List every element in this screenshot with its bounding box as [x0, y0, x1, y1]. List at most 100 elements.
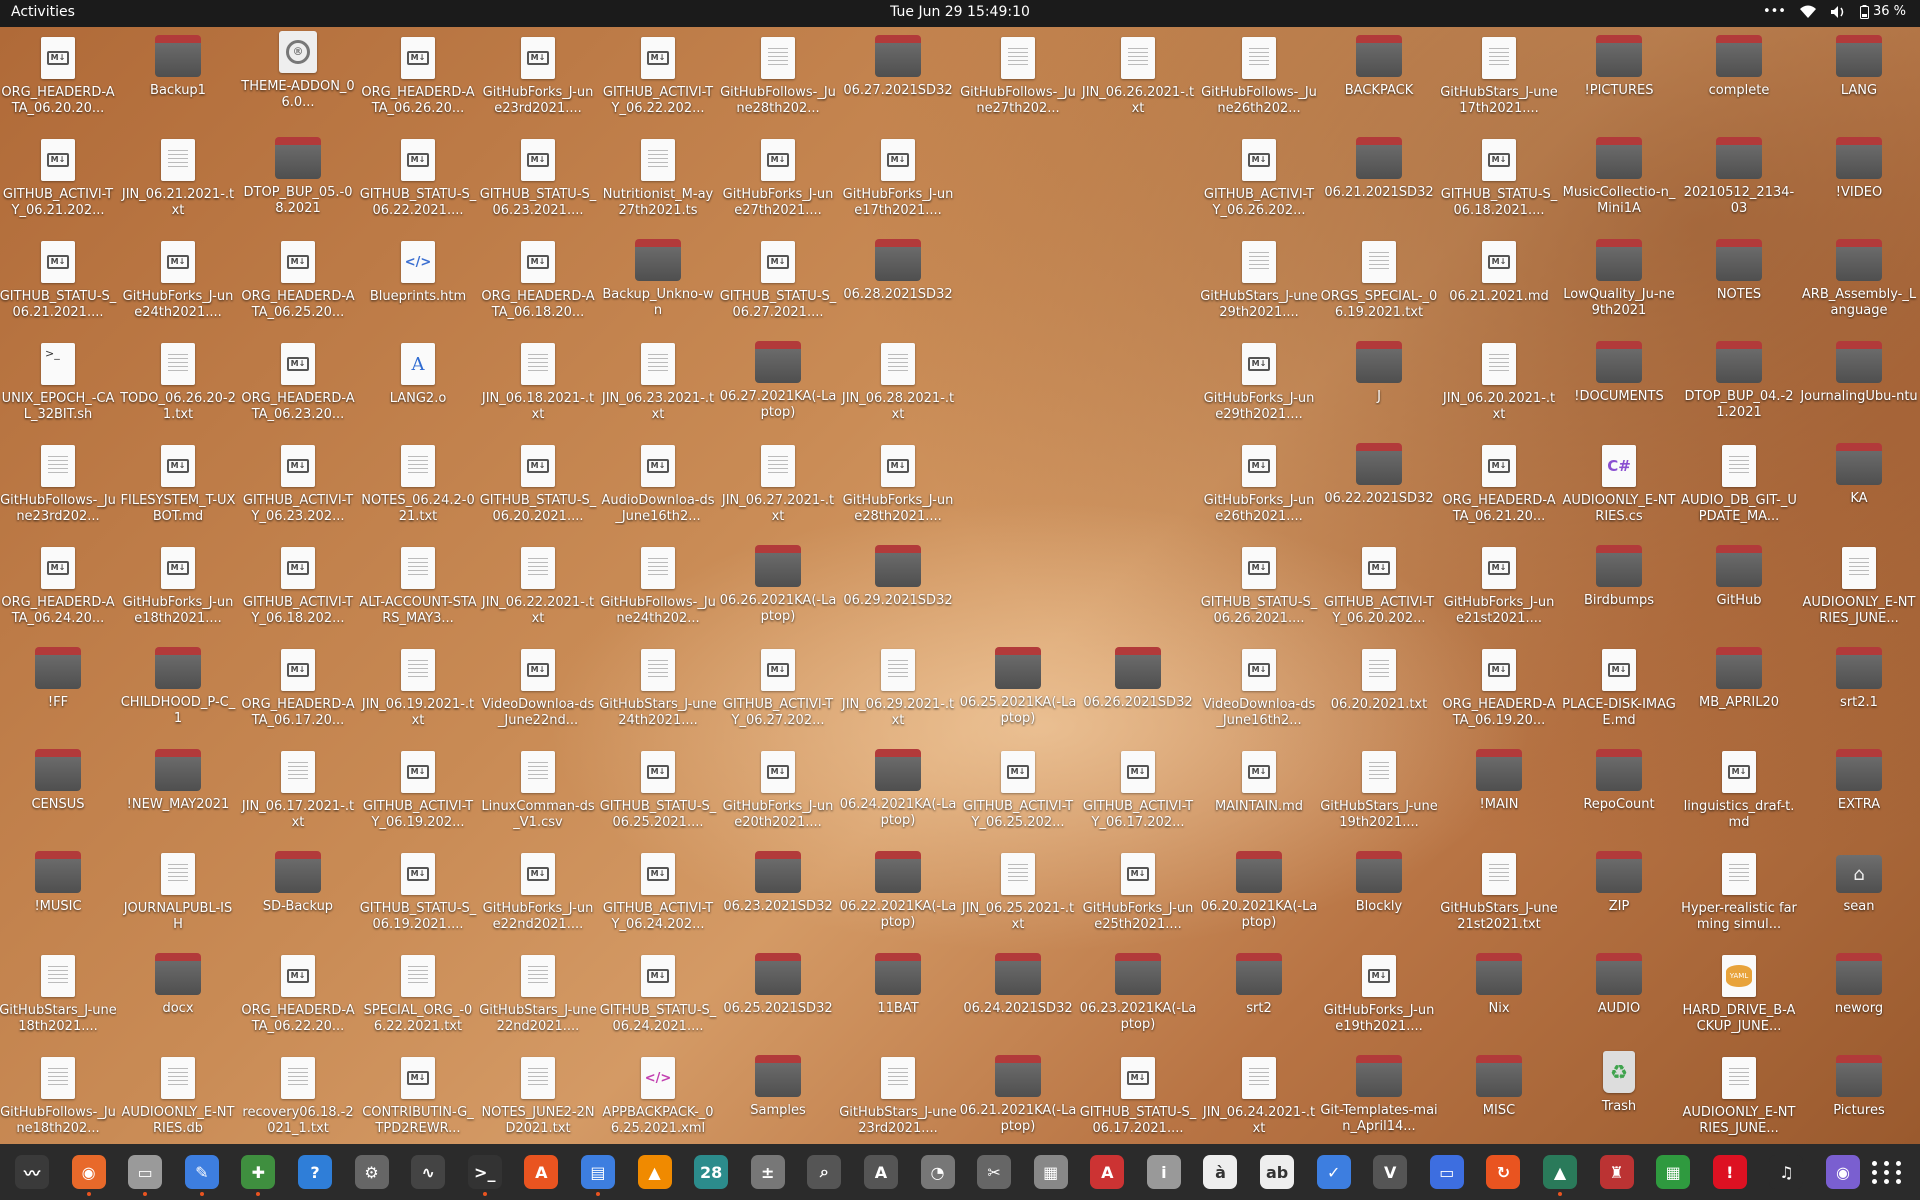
desktop-icon[interactable]: M↓ GitHubForks_J-une25th2021....: [1079, 847, 1197, 947]
desktop-icon[interactable]: M↓ GITHUB_ACTIVI-TY_06.27.202...: [719, 643, 837, 743]
desktop[interactable]: M↓ ORG_HEADERD-ATA_06.20.20... Backup1 ® THE…: [0, 27, 1920, 1144]
desktop-icon[interactable]: M↓ GITHUB_STATU-S_06.25.2021....: [599, 745, 717, 845]
desktop-icon[interactable]: LANG: [1800, 31, 1918, 131]
desktop-icon[interactable]: M↓ ORG_HEADERD-ATA_06.21.20...: [1440, 439, 1558, 539]
desktop-icon[interactable]: 06.29.2021SD32: [839, 541, 957, 641]
desktop-icon[interactable]: J: [1320, 337, 1438, 437]
dock-todo[interactable]: ✓: [1310, 1148, 1358, 1196]
desktop-icon[interactable]: RepoCount: [1560, 745, 1678, 845]
desktop-icon[interactable]: JIN_06.19.2021-.txt: [359, 643, 477, 743]
dock-settings[interactable]: ⚙: [348, 1148, 396, 1196]
desktop-icon[interactable]: JIN_06.20.2021-.txt: [1440, 337, 1558, 437]
dock-vim[interactable]: V: [1366, 1148, 1414, 1196]
desktop-icon[interactable]: M↓ AudioDownloa-ds_June16th2...: [599, 439, 717, 539]
desktop-icon[interactable]: GitHubFollows-_June24th202...: [599, 541, 717, 641]
desktop-icon[interactable]: JIN_06.22.2021-.txt: [479, 541, 597, 641]
desktop-icon[interactable]: A LANG2.o: [359, 337, 477, 437]
desktop-icon[interactable]: ⌂ sean: [1800, 847, 1918, 947]
desktop-icon[interactable]: CHILDHOOD_P-C_1: [119, 643, 237, 743]
desktop-icon[interactable]: M↓ PLACE-DISK-IMAGE.md: [1560, 643, 1678, 743]
desktop-icon[interactable]: !FF: [0, 643, 117, 743]
desktop-icon[interactable]: docx: [119, 949, 237, 1049]
desktop-icon[interactable]: 06.23.2021SD32: [719, 847, 837, 947]
desktop-icon[interactable]: M↓ linguistics_draf-t.md: [1680, 745, 1798, 845]
desktop-icon[interactable]: MISC: [1440, 1051, 1558, 1144]
battery-indicator[interactable]: 36 %: [1859, 4, 1906, 19]
desktop-icon[interactable]: C# AUDIOONLY_E-NTRIES.cs: [1560, 439, 1678, 539]
dock-spreadsheet[interactable]: ▦: [1649, 1148, 1697, 1196]
desktop-icon[interactable]: M↓ ORG_HEADERD-ATA_06.19.20...: [1440, 643, 1558, 743]
desktop-icon[interactable]: JIN_06.28.2021-.txt: [839, 337, 957, 437]
dock-document-viewer[interactable]: ▤: [574, 1148, 622, 1196]
dock-vlc[interactable]: ▲: [631, 1148, 679, 1196]
desktop-icon[interactable]: M↓ GITHUB_ACTIVI-TY_06.21.202...: [0, 133, 117, 233]
desktop-icon[interactable]: ORGS_SPECIAL-_06.19.2021.txt: [1320, 235, 1438, 335]
desktop-icon[interactable]: JIN_06.26.2021-.txt: [1079, 31, 1197, 131]
desktop-icon[interactable]: Backup1: [119, 31, 237, 131]
desktop-icon[interactable]: GitHubStars_J-une29th2021....: [1200, 235, 1318, 335]
desktop-icon[interactable]: M↓ GITHUB_STATU-S_06.19.2021....: [359, 847, 477, 947]
desktop-icon[interactable]: M↓ GITHUB_STATU-S_06.26.2021....: [1200, 541, 1318, 641]
desktop-icon[interactable]: JOURNALPUBL-ISH: [119, 847, 237, 947]
desktop-icon[interactable]: M↓ GitHubForks_J-une17th2021....: [839, 133, 957, 233]
desktop-icon[interactable]: NOTES_06.24.2-021.txt: [359, 439, 477, 539]
desktop-icon[interactable]: Pictures: [1800, 1051, 1918, 1144]
desktop-icon[interactable]: M↓ ORG_HEADERD-ATA_06.25.20...: [239, 235, 357, 335]
desktop-icon[interactable]: !MUSIC: [0, 847, 117, 947]
desktop-icon[interactable]: M↓ GITHUB_ACTIVI-TY_06.18.202...: [239, 541, 357, 641]
desktop-icon[interactable]: GitHubStars_J-une22nd2021....: [479, 949, 597, 1049]
desktop-icon[interactable]: GitHubFollows-_June18th202...: [0, 1051, 117, 1144]
desktop-icon[interactable]: </> APPBACKPACK-_06.25.2021.xml: [599, 1051, 717, 1144]
desktop-icon[interactable]: recovery06.18.-2021_1.txt: [239, 1051, 357, 1144]
desktop-icon[interactable]: MusicCollectio-n_Mini1A: [1560, 133, 1678, 233]
system-tray[interactable]: ••• 36 %: [1763, 4, 1906, 19]
desktop-icon[interactable]: Blockly: [1320, 847, 1438, 947]
dock-music[interactable]: ♫: [1762, 1148, 1810, 1196]
desktop-icon[interactable]: M↓ GitHubForks_J-une28th2021....: [839, 439, 957, 539]
desktop-icon[interactable]: YAML HARD_DRIVE_B-ACKUP_JUNE...: [1680, 949, 1798, 1049]
desktop-icon[interactable]: M↓ ORG_HEADERD-ATA_06.17.20...: [239, 643, 357, 743]
desktop-icon[interactable]: 06.27.2021KA(-Laptop): [719, 337, 837, 437]
dock-update[interactable]: ↻: [1479, 1148, 1527, 1196]
desktop-icon[interactable]: EXTRA: [1800, 745, 1918, 845]
dock-system-monitor[interactable]: 〰: [8, 1148, 56, 1196]
desktop-icon[interactable]: CENSUS: [0, 745, 117, 845]
desktop-icon[interactable]: 20210512_2134-03: [1680, 133, 1798, 233]
desktop-icon[interactable]: 11BAT: [839, 949, 957, 1049]
desktop-icon[interactable]: ALT-ACCOUNT-STARS_MAY3...: [359, 541, 477, 641]
desktop-icon[interactable]: M↓ GITHUB_STATU-S_06.21.2021....: [0, 235, 117, 335]
desktop-icon[interactable]: M↓ GITHUB_STATU-S_06.18.2021....: [1440, 133, 1558, 233]
desktop-icon[interactable]: M↓ GITHUB_ACTIVI-TY_06.20.202...: [1320, 541, 1438, 641]
desktop-icon[interactable]: AUDIOONLY_E-NTRIES_JUNE...: [1680, 1051, 1798, 1144]
dock-education[interactable]: ▲: [1536, 1148, 1584, 1196]
desktop-icon[interactable]: !DOCUMENTS: [1560, 337, 1678, 437]
desktop-icon[interactable]: M↓ GitHubForks_J-une21st2021....: [1440, 541, 1558, 641]
dock-disk-usage[interactable]: ◔: [914, 1148, 962, 1196]
desktop-icon[interactable]: M↓ GitHubForks_J-une18th2021....: [119, 541, 237, 641]
desktop-icon[interactable]: DTOP_BUP_04.-21.2021: [1680, 337, 1798, 437]
desktop-icon[interactable]: M↓ GITHUB_ACTIVI-TY_06.25.202...: [959, 745, 1077, 845]
desktop-icon[interactable]: !PICTURES: [1560, 31, 1678, 131]
desktop-icon[interactable]: 06.25.2021KA(-Laptop): [959, 643, 1077, 743]
show-applications-icon[interactable]: [1870, 1154, 1906, 1190]
desktop-icon[interactable]: Backup_Unkno-wn: [599, 235, 717, 335]
desktop-icon[interactable]: GitHubFollows-_June26th202...: [1200, 31, 1318, 131]
desktop-icon[interactable]: M↓ FILESYSTEM_T-UXBOT.md: [119, 439, 237, 539]
desktop-icon[interactable]: JIN_06.23.2021-.txt: [599, 337, 717, 437]
desktop-icon[interactable]: GitHubStars_J-une21st2021.txt: [1440, 847, 1558, 947]
desktop-icon[interactable]: 06.23.2021KA(-Laptop): [1079, 949, 1197, 1049]
desktop-icon[interactable]: M↓ VideoDownloa-ds_June16th2...: [1200, 643, 1318, 743]
dock-help[interactable]: ?: [291, 1148, 339, 1196]
desktop-icon[interactable]: 06.25.2021SD32: [719, 949, 837, 1049]
desktop-icon[interactable]: NOTES_JUNE2-2ND2021.txt: [479, 1051, 597, 1144]
desktop-icon[interactable]: srt2.1: [1800, 643, 1918, 743]
activities-button[interactable]: Activities: [11, 4, 75, 20]
wifi-icon[interactable]: [1799, 5, 1816, 19]
desktop-icon[interactable]: M↓ GitHubForks_J-une23rd2021....: [479, 31, 597, 131]
desktop-icon[interactable]: ♻ Trash: [1560, 1051, 1678, 1144]
desktop-icon[interactable]: Nix: [1440, 949, 1558, 1049]
dock-extensions[interactable]: ✚: [234, 1148, 282, 1196]
desktop-icon[interactable]: 06.21.2021SD32: [1320, 133, 1438, 233]
desktop-icon[interactable]: GitHubStars_J-une18th2021....: [0, 949, 117, 1049]
desktop-icon[interactable]: 06.26.2021KA(-Laptop): [719, 541, 837, 641]
